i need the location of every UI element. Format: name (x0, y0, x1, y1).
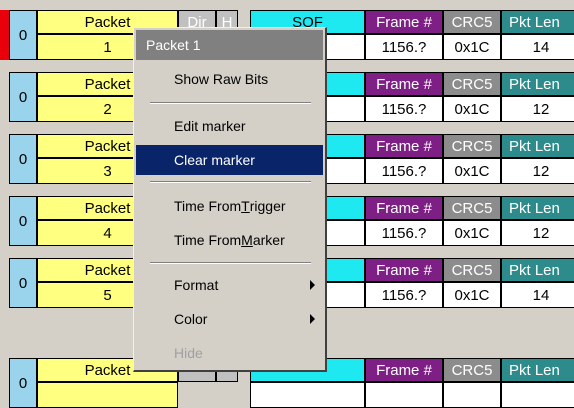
frame-value[interactable]: 1156.? (365, 220, 443, 246)
frame-header[interactable]: Frame # (365, 358, 443, 382)
menu-item-label: Color (174, 311, 208, 327)
pkt-len-header[interactable]: Pkt Len (501, 258, 574, 282)
crc5-header[interactable]: CRC5 (443, 258, 501, 282)
menu-accelerator: T (241, 198, 250, 214)
menu-item-hide: Hide (174, 345, 203, 361)
pkt-len-value[interactable]: 12 (501, 96, 574, 122)
menu-item-clear-marker[interactable]: Clear marker (136, 145, 323, 175)
crc5-value[interactable]: 0x1C (443, 282, 501, 308)
submenu-arrow-icon (310, 280, 315, 290)
menu-item-label: Time From (174, 232, 242, 248)
frame-value[interactable]: 1156.? (365, 282, 443, 308)
sof-value[interactable] (250, 382, 365, 408)
menu-item-edit-marker[interactable]: Edit marker (136, 111, 323, 141)
submenu-arrow-icon (310, 314, 315, 324)
crc5-value[interactable]: 0x1C (443, 96, 501, 122)
frame-header[interactable]: Frame # (365, 196, 443, 220)
idle-cell[interactable]: 0 (9, 134, 37, 184)
crc5-header[interactable]: CRC5 (443, 72, 501, 96)
crc5-header[interactable]: CRC5 (443, 10, 501, 34)
frame-header[interactable]: Frame # (365, 134, 443, 158)
menu-item-time-from-trigger[interactable]: Time From Trigger (136, 191, 323, 221)
menu-item-time-from-marker[interactable]: Time From Marker (136, 225, 323, 255)
idle-cell[interactable]: 0 (9, 258, 37, 308)
menu-item-show-raw-bits[interactable]: Show Raw Bits (136, 64, 323, 94)
menu-accelerator: M (241, 232, 253, 248)
frame-header[interactable]: Frame # (365, 258, 443, 282)
pkt-len-header[interactable]: Pkt Len (501, 358, 574, 382)
menu-item-color[interactable]: Color (136, 304, 323, 334)
idle-cell[interactable]: 0 (9, 72, 37, 122)
crc5-value[interactable]: 0x1C (443, 220, 501, 246)
pkt-len-header[interactable]: Pkt Len (501, 10, 574, 34)
pkt-len-header[interactable]: Pkt Len (501, 196, 574, 220)
crc5-value[interactable] (443, 382, 501, 408)
pkt-len-value[interactable]: 14 (501, 282, 574, 308)
crc5-header[interactable]: CRC5 (443, 358, 501, 382)
frame-value[interactable]: 1156.? (365, 34, 443, 60)
menu-separator (150, 181, 311, 183)
crc5-value[interactable]: 0x1C (443, 158, 501, 184)
context-menu-title: Packet 1 (136, 30, 323, 60)
menu-item-label: Time From (174, 198, 242, 214)
idle-cell[interactable]: 0 (9, 196, 37, 246)
pkt-len-value[interactable]: 14 (501, 34, 574, 60)
idle-cell[interactable]: 0 (9, 358, 37, 408)
frame-header[interactable]: Frame # (365, 72, 443, 96)
pkt-len-header[interactable]: Pkt Len (501, 134, 574, 158)
packet-number[interactable] (37, 382, 178, 408)
crc5-header[interactable]: CRC5 (443, 134, 501, 158)
pkt-len-value[interactable]: 12 (501, 158, 574, 184)
pkt-len-value[interactable] (501, 382, 574, 408)
crc5-header[interactable]: CRC5 (443, 196, 501, 220)
menu-item-label: rigger (249, 198, 286, 214)
menu-item-label: Format (174, 277, 219, 293)
pkt-len-value[interactable]: 12 (501, 220, 574, 246)
frame-header[interactable]: Frame # (365, 10, 443, 34)
menu-separator (150, 102, 311, 104)
menu-separator (150, 262, 311, 264)
frame-value[interactable] (365, 382, 443, 408)
frame-value[interactable]: 1156.? (365, 96, 443, 122)
idle-cell[interactable]: 0 (9, 10, 37, 60)
context-menu: Packet 1 Show Raw Bits Edit marker Clear… (133, 27, 327, 372)
frame-value[interactable]: 1156.? (365, 158, 443, 184)
crc5-value[interactable]: 0x1C (443, 34, 501, 60)
menu-item-format[interactable]: Format (136, 270, 323, 300)
pkt-len-header[interactable]: Pkt Len (501, 72, 574, 96)
menu-item-label: arker (252, 232, 285, 248)
